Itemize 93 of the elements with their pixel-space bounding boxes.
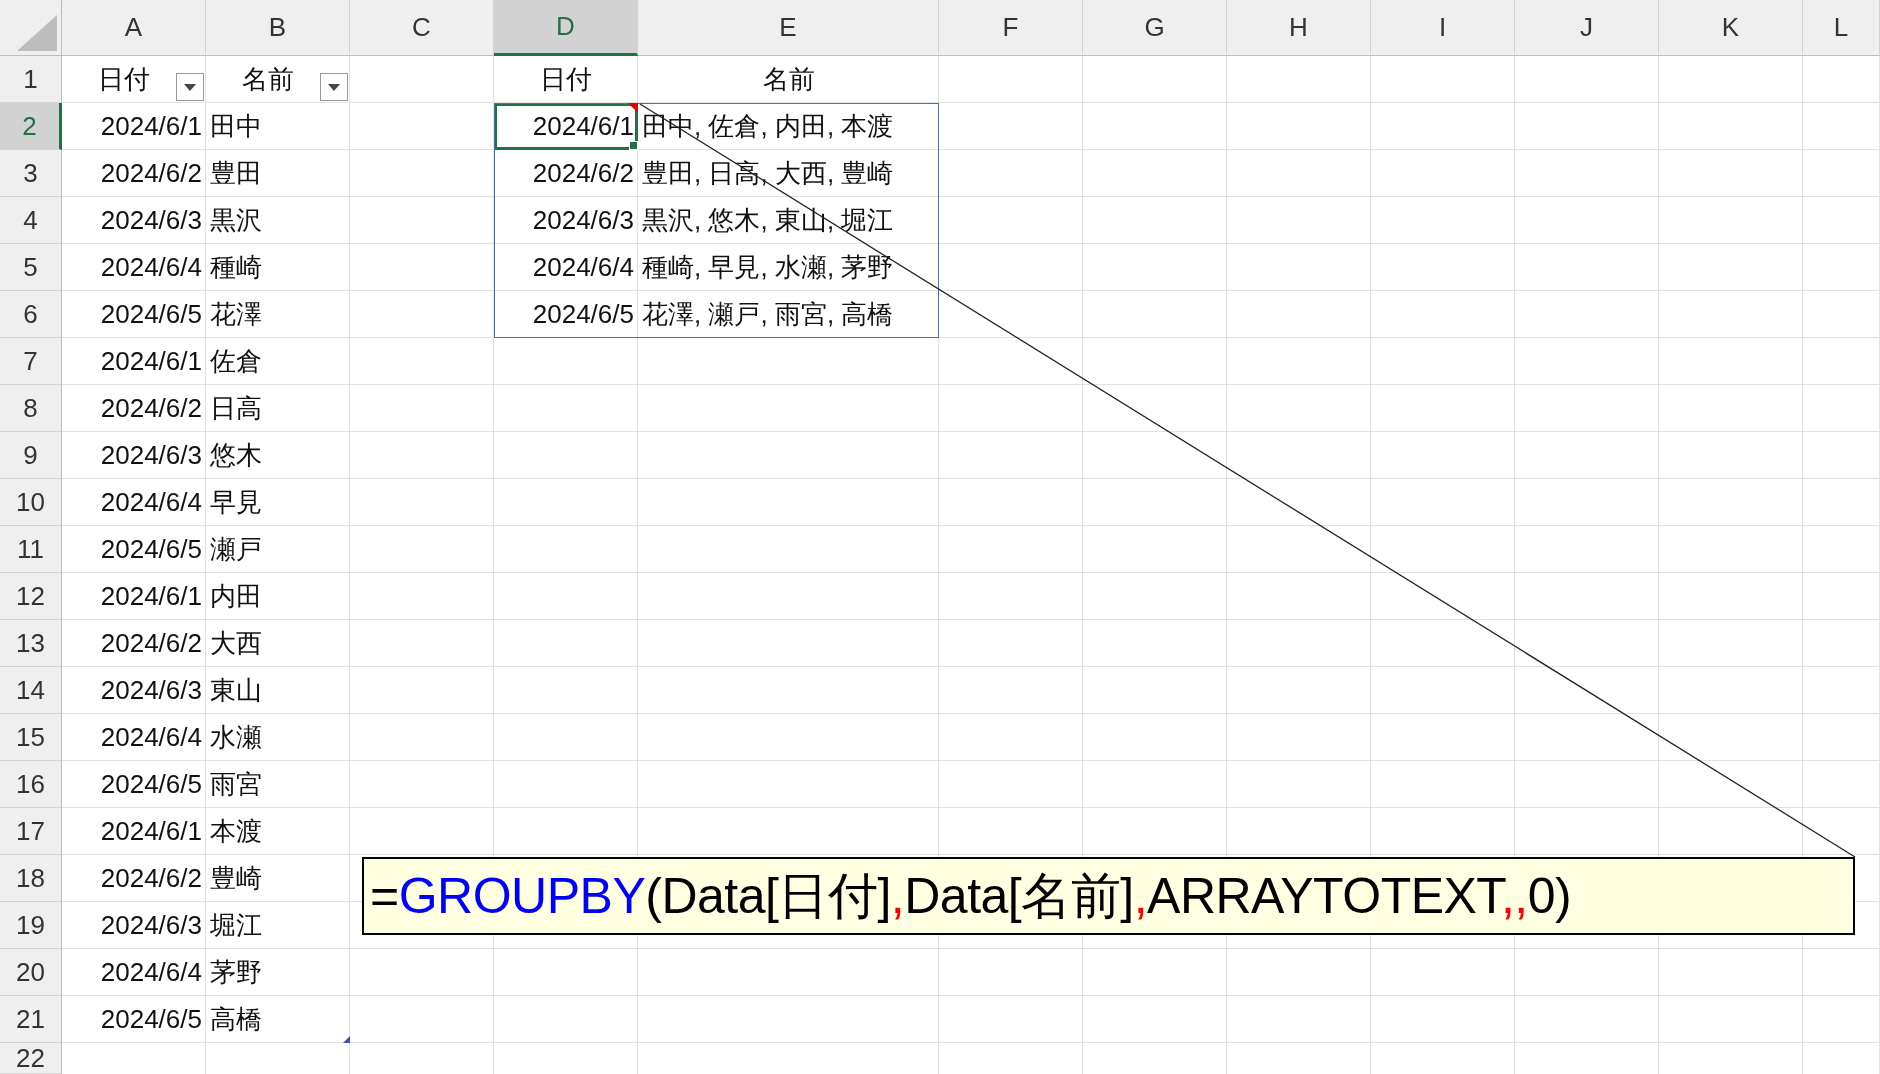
table-cell: 2024/6/5 [100, 769, 202, 800]
table-cell: 2024/6/5 [100, 534, 202, 565]
table-cell-text: 堀江 [210, 909, 262, 942]
row-header[interactable]: 22 [0, 1043, 62, 1074]
table-cell-text: 高橋 [210, 1003, 262, 1036]
column-header[interactable]: H [1227, 0, 1371, 56]
table-cell-text: 豊田 [210, 157, 262, 190]
table-cell-text: 花澤 [210, 298, 262, 331]
table-cell: 2024/6/3 [100, 440, 202, 471]
table-cell-text: 本渡 [210, 815, 262, 848]
table-cell: 2024/6/1 [100, 111, 202, 142]
row-header[interactable]: 8 [0, 385, 62, 432]
row-header[interactable]: 4 [0, 197, 62, 244]
column-header[interactable]: G [1083, 0, 1227, 56]
row-header[interactable]: 3 [0, 150, 62, 197]
row-header[interactable]: 5 [0, 244, 62, 291]
table-cell: 2024/6/2 [100, 863, 202, 894]
table-cell: 2024/6/2 [100, 628, 202, 659]
table-cell-text: 瀬戸 [210, 533, 262, 566]
row-header[interactable]: 6 [0, 291, 62, 338]
column-header[interactable]: E [638, 0, 939, 56]
table-cell-text: 黒沢 [210, 204, 262, 237]
table-cell: 2024/6/5 [100, 1004, 202, 1035]
column-header[interactable]: D [494, 0, 638, 56]
row-header[interactable]: 16 [0, 761, 62, 808]
table-cell-text: 種崎, 早見, 水瀬, 茅野 [642, 251, 894, 284]
column-header[interactable]: B [206, 0, 350, 56]
row-header[interactable]: 11 [0, 526, 62, 573]
column-header[interactable]: L [1803, 0, 1880, 56]
row-header[interactable]: 14 [0, 667, 62, 714]
table-cell: 2024/6/3 [100, 910, 202, 941]
table-cell-text: 日高 [210, 392, 262, 425]
table-cell-text: 雨宮 [210, 768, 262, 801]
filter-dropdown-button[interactable] [320, 73, 348, 101]
table-cell: 2024/6/3 [532, 205, 634, 236]
column-header[interactable]: J [1515, 0, 1659, 56]
table-cell: 2024/6/2 [532, 158, 634, 189]
row-header[interactable]: 13 [0, 620, 62, 667]
table-cell-text: 佐倉 [210, 345, 262, 378]
table-cell-text: 早見 [210, 486, 262, 519]
column-header[interactable]: C [350, 0, 494, 56]
column-header[interactable]: A [62, 0, 206, 56]
column-heading: 日付 [98, 63, 150, 96]
column-heading: 名前 [242, 63, 294, 96]
table-cell: 2024/6/3 [100, 675, 202, 706]
column-heading: 名前 [762, 63, 815, 96]
filter-dropdown-button[interactable] [176, 73, 204, 101]
active-cell[interactable]: 2024/6/1 [494, 103, 638, 150]
column-header[interactable]: I [1371, 0, 1515, 56]
table-cell-text: 種崎 [210, 251, 262, 284]
table-cell: 2024/6/4 [532, 252, 634, 283]
row-header[interactable]: 1 [0, 56, 62, 103]
column-header[interactable]: K [1659, 0, 1803, 56]
row-header[interactable]: 21 [0, 996, 62, 1043]
caret-icon [328, 83, 340, 91]
row-header[interactable]: 7 [0, 338, 62, 385]
table-cell-text: 悠木 [210, 439, 262, 472]
table-cell-text: 花澤, 瀬戸, 雨宮, 高橋 [642, 298, 894, 331]
table-cell: 2024/6/1 [100, 581, 202, 612]
formula-text: =GROUPBY(Data[日付],Data[名前],ARRAYTOTEXT,,0) [370, 866, 1572, 926]
table-cell: 2024/6/5 [532, 299, 634, 330]
table-cell: 2024/6/5 [100, 299, 202, 330]
table-cell-text: 東山 [210, 674, 262, 707]
row-header[interactable]: 10 [0, 479, 62, 526]
table-cell: 2024/6/2 [100, 158, 202, 189]
table-cell-text: 茅野 [210, 956, 262, 989]
column-header[interactable]: F [939, 0, 1083, 56]
table-cell: 2024/6/2 [100, 393, 202, 424]
table-resize-handle-icon[interactable] [343, 1036, 350, 1043]
row-header[interactable]: 15 [0, 714, 62, 761]
table-cell: 2024/6/4 [100, 487, 202, 518]
row-header[interactable]: 18 [0, 855, 62, 902]
table-cell-text: 黒沢, 悠木, 東山, 堀江 [642, 204, 894, 237]
row-header[interactable]: 9 [0, 432, 62, 479]
caret-icon [184, 83, 196, 91]
table-cell: 2024/6/4 [100, 957, 202, 988]
table-cell: 2024/6/1 [100, 816, 202, 847]
row-header[interactable]: 20 [0, 949, 62, 996]
row-header[interactable]: 17 [0, 808, 62, 855]
fill-handle[interactable] [629, 141, 638, 150]
table-cell-text: 水瀬 [210, 721, 262, 754]
table-cell: 2024/6/1 [100, 346, 202, 377]
table-cell: 2024/6/3 [100, 205, 202, 236]
row-header[interactable]: 19 [0, 902, 62, 949]
column-heading: 日付 [540, 63, 592, 96]
table-cell-text: 豊崎 [210, 862, 262, 895]
table-cell: 2024/6/4 [100, 722, 202, 753]
row-header[interactable]: 2 [0, 103, 62, 150]
row-header[interactable]: 12 [0, 573, 62, 620]
table-cell-text: 内田 [210, 580, 262, 613]
table-cell-text: 田中 [210, 110, 262, 143]
table-cell-text: 大西 [210, 627, 262, 660]
table-cell: 2024/6/4 [100, 252, 202, 283]
